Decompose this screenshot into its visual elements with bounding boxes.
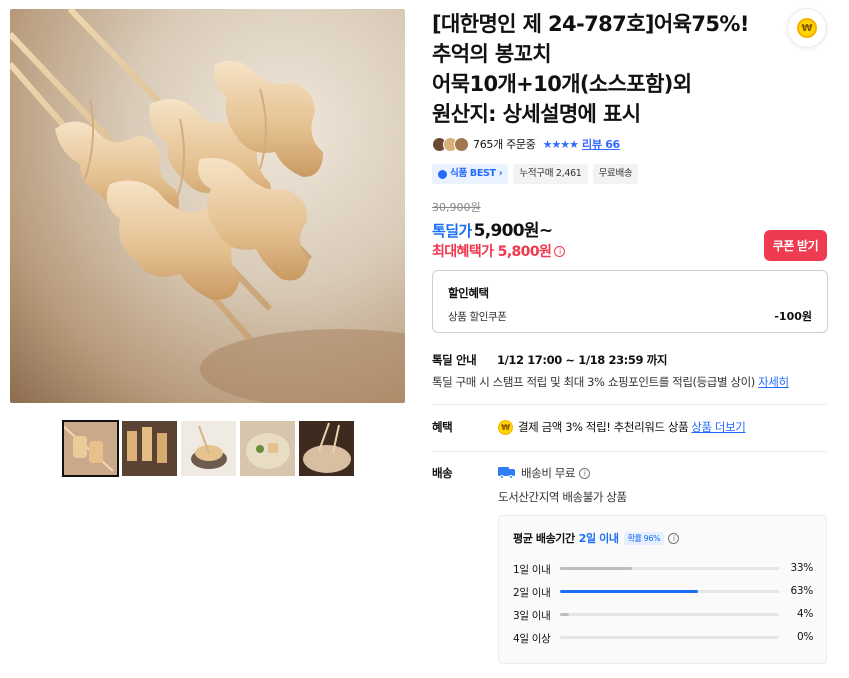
special-deal-description: 톡딜 구매 시 스탬프 적립 및 최대 3% 쇼핑포인트를 적립(등급별 상이) [432,375,755,389]
review-link[interactable]: 리뷰 66 [582,136,620,152]
special-deal-info: 톡딜 안내 1/12 17:00 ~ 1/18 23:59 까지 톡딜 구매 시… [432,352,789,390]
deal-price-value: 5,900원~ [473,221,553,241]
main-product-image [10,9,405,403]
title-line: 추억의 봉꼬치 [432,42,552,66]
benefit-row: 혜택 ₩ 결제 금액 3% 적립! 추천리워드 상품 상품 더보기 [432,419,746,435]
product-title: [대한명인 제 24-787호]어육75%! 추억의 봉꼬치 어묵10개+10개… [432,9,767,129]
progress-track [560,590,779,593]
thumbnail-strip [62,420,354,477]
coupon-value: -100원 [774,310,812,323]
star-rating-icon: ★★★★ [542,137,579,151]
progress-track [560,636,779,639]
delivery-row-percent: 63% [790,585,814,597]
won-coin-icon: ₩ [498,419,513,435]
more-products-link[interactable]: 상품 더보기 [691,419,746,435]
coupon-label: 상품 할인쿠폰 [448,311,507,323]
reward-coin-button[interactable]: ₩ [787,8,827,48]
free-shipping-badge: 무료배송 [592,164,639,184]
special-deal-label: 톡딜 안내 [432,353,477,367]
delivery-row-percent: 33% [790,562,814,574]
original-price: 30,900원 [432,201,481,214]
info-icon[interactable]: i [579,467,591,479]
special-deal-period: 1/12 17:00 ~ 1/18 23:59 까지 [497,353,668,367]
order-count: 765개 주문중 [473,138,536,151]
max-benefit-price: 최대혜택가 5,800원 i [432,241,566,261]
title-line: 원산지: 상세설명에 표시 [432,102,641,126]
thumbnail-5[interactable] [299,421,354,476]
benefit-text: 결제 금액 3% 적립! 추천리워드 상품 [518,420,689,434]
progress-fill [560,613,569,616]
shield-icon [438,169,447,179]
delivery-row-label: 4일 이상 [513,633,551,645]
info-icon[interactable]: i [668,532,680,544]
buyer-avatars [432,136,469,152]
rating-row: 765개 주문중 ★★★★ 리뷰 66 [432,136,620,152]
progress-fill [560,590,698,593]
discount-heading: 할인혜택 [448,286,489,300]
delivery-row-label: 3일 이내 [513,610,551,622]
delivery-row: 4일 이상 0% [513,631,813,645]
title-line: [대한명인 제 24-787호]어육75%! [432,12,749,36]
chevron-right-icon: › [498,168,503,179]
divider [432,404,828,405]
thumbnail-1[interactable] [62,420,119,477]
deal-price-label: 톡딜가 [432,222,472,240]
delivery-time-box: 평균 배송기간 2일 이내 확률 96% i 1일 이내 33% 2일 이내 6… [498,515,827,664]
avg-delivery-title: 평균 배송기간 [513,532,575,545]
avg-delivery-value: 2일 이내 [578,532,619,545]
benefit-label: 혜택 [432,420,453,434]
won-coin-icon: ₩ [797,18,817,38]
info-icon[interactable]: i [554,245,566,257]
badge-row: 식품 BEST › 누적구매 2,461 무료배송 [432,164,639,184]
shipping-label: 배송 [432,466,453,480]
delivery-header: 평균 배송기간 2일 이내 확률 96% i [513,530,680,546]
avatar [454,136,469,152]
progress-track [560,567,779,570]
delivery-row: 1일 이내 33% [513,562,813,576]
delivery-row: 3일 이내 4% [513,608,813,622]
progress-fill [560,567,633,570]
cumulative-purchase-badge: 누적구매 2,461 [513,164,588,184]
progress-track [560,613,779,616]
delivery-row-percent: 4% [796,608,813,620]
discount-benefit-box: 할인혜택 상품 할인쿠폰 -100원 [432,270,828,333]
shipping-fee-text: 배송비 무료 [521,466,576,480]
delivery-row-label: 1일 이내 [513,564,551,576]
shipping-note: 도서산간지역 배송불가 상품 [498,490,627,504]
shipping-fee: 배송비 무료 i [498,465,591,481]
delivery-row-percent: 0% [796,631,813,643]
detail-link[interactable]: 자세히 [758,375,789,389]
title-line: 어묵10개+10개(소스포함)외 [432,72,692,96]
probability-badge: 확률 96% [623,531,665,545]
food-best-badge[interactable]: 식품 BEST › [432,164,509,184]
divider [432,451,828,452]
delivery-row-label: 2일 이내 [513,587,551,599]
thumbnail-2[interactable] [122,421,177,476]
truck-icon [498,467,516,479]
max-benefit-text: 최대혜택가 5,800원 [432,244,552,260]
thumbnail-4[interactable] [240,421,295,476]
deal-price: 톡딜가 5,900원~ [432,216,553,241]
delivery-row: 2일 이내 63% [513,585,813,599]
badge-label: 식품 BEST [450,168,496,179]
get-coupon-button[interactable]: 쿠폰 받기 [764,230,827,261]
thumbnail-3[interactable] [181,421,236,476]
